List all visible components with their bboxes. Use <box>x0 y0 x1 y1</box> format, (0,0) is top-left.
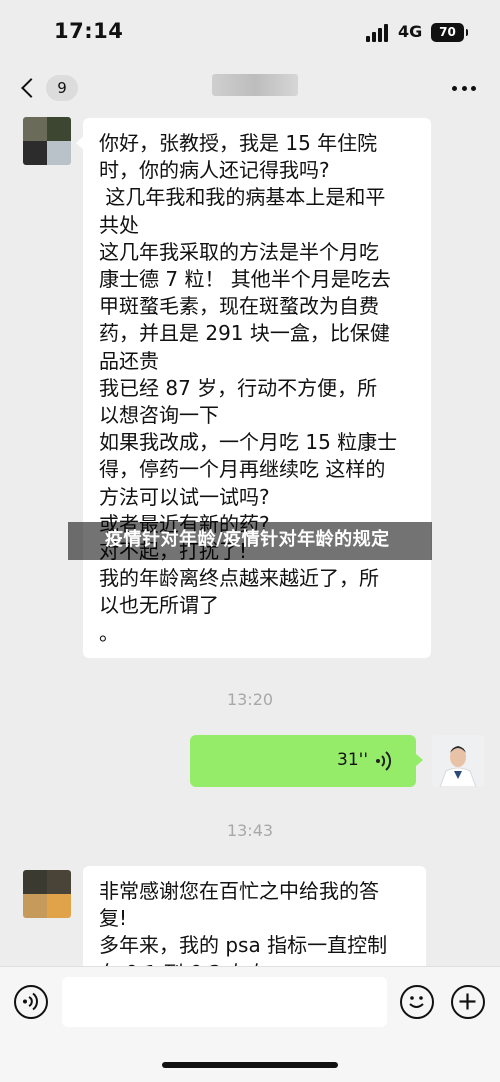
back-button[interactable]: 9 <box>18 72 78 104</box>
signal-icon <box>366 24 390 42</box>
timestamp: 13:43 <box>226 821 274 840</box>
more-icon[interactable] <box>452 86 476 92</box>
voice-wave-icon <box>376 751 392 771</box>
back-icon <box>21 78 41 98</box>
plus-button[interactable] <box>451 985 485 1019</box>
incoming-message-bubble[interactable]: 你好，张教授，我是 15 年住院 时，你的病人还记得我吗? 这几年我和我的病基本… <box>76 118 431 658</box>
voice-mode-icon <box>23 992 38 1011</box>
emoji-icon <box>409 996 424 1008</box>
timestamp: 13:20 <box>226 690 274 709</box>
status-bar: 17:14 4G 70 <box>0 0 500 62</box>
home-indicator <box>162 1062 338 1068</box>
status-time: 17:14 <box>54 19 124 43</box>
network-type: 4G <box>398 22 423 41</box>
message-input[interactable] <box>62 977 387 1027</box>
doctor-avatar[interactable] <box>432 735 484 787</box>
emoji-button[interactable] <box>400 985 434 1019</box>
chat-title-blurred <box>212 74 298 96</box>
message-text: 你好，张教授，我是 15 年住院 时，你的病人还记得我吗? 这几年我和我的病基本… <box>99 131 398 645</box>
chat-header: 9 <box>0 62 500 114</box>
banner-text: 疫情针对年龄/疫情针对年龄的规定 <box>105 529 390 550</box>
avatar[interactable] <box>23 870 71 918</box>
voice-mode-button[interactable] <box>14 985 48 1019</box>
plus-icon <box>459 993 476 1010</box>
voice-message-bubble[interactable]: 31'' <box>190 735 423 787</box>
avatar[interactable] <box>23 117 71 165</box>
unread-badge: 9 <box>46 75 78 101</box>
battery-icon: 70 <box>431 23 468 42</box>
voice-duration: 31'' <box>337 750 368 770</box>
